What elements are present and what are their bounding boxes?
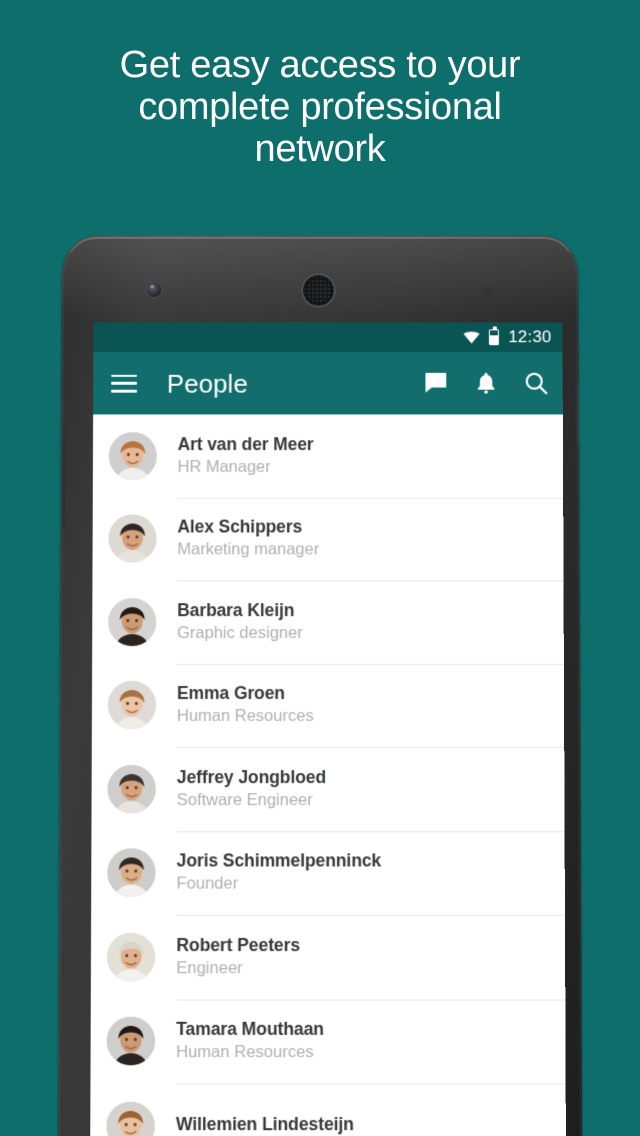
headline: Get easy access to your complete profess… bbox=[60, 44, 580, 170]
person-text: Jeffrey Jongbloed Software Engineer bbox=[177, 767, 326, 811]
list-item[interactable]: Art van der Meer HR Manager bbox=[93, 414, 563, 497]
list-item[interactable]: Emma Groen Human Resources bbox=[92, 664, 564, 748]
person-role: Software Engineer bbox=[176, 790, 313, 809]
headline-line-2: complete professional bbox=[138, 86, 502, 128]
phone-screen: 12:30 People Art van der Meer HR Manager… bbox=[90, 322, 566, 1136]
person-text: Robert Peeters Engineer bbox=[176, 935, 300, 979]
list-item[interactable]: Barbara Kleijn Graphic designer bbox=[92, 580, 564, 663]
list-item[interactable]: Willemien Lindesteijn bbox=[90, 1084, 566, 1136]
proximity-sensor-icon bbox=[482, 287, 492, 296]
battery-icon bbox=[489, 329, 500, 346]
list-item[interactable]: Alex Schippers Marketing manager bbox=[92, 497, 563, 580]
clock: 12:30 bbox=[508, 327, 552, 347]
chat-bubble-icon[interactable] bbox=[423, 371, 448, 396]
person-role: Human Resources bbox=[176, 1043, 314, 1062]
search-icon[interactable] bbox=[524, 371, 549, 396]
person-role: Marketing manager bbox=[177, 540, 320, 559]
list-item[interactable]: Robert Peeters Engineer bbox=[91, 915, 566, 999]
headline-line-3: network bbox=[254, 128, 386, 170]
person-name: Robert Peeters bbox=[176, 934, 301, 955]
person-name: Jeffrey Jongbloed bbox=[176, 766, 327, 787]
person-text: Alex Schippers Marketing manager bbox=[177, 517, 319, 561]
app-bar-actions bbox=[423, 371, 548, 396]
person-role: Engineer bbox=[176, 958, 243, 978]
volume-rocker-button[interactable] bbox=[57, 425, 66, 529]
person-text: Emma Groen Human Resources bbox=[177, 683, 314, 727]
power-button[interactable] bbox=[574, 383, 583, 446]
person-role: Founder bbox=[176, 874, 239, 893]
person-role: Graphic designer bbox=[177, 623, 303, 642]
earpiece-speaker-icon bbox=[303, 275, 334, 306]
avatar bbox=[107, 848, 156, 897]
person-name: Tamara Mouthaan bbox=[176, 1019, 324, 1040]
page-title: People bbox=[166, 368, 248, 399]
front-camera-icon bbox=[147, 283, 162, 297]
avatar bbox=[106, 1101, 155, 1136]
person-name: Joris Schimmelpenninck bbox=[176, 850, 382, 871]
list-item[interactable]: Jeffrey Jongbloed Software Engineer bbox=[91, 747, 564, 831]
person-text: Art van der Meer HR Manager bbox=[178, 434, 314, 478]
person-text: Joris Schimmelpenninck Founder bbox=[176, 851, 381, 895]
wifi-icon bbox=[463, 331, 481, 344]
person-text: Barbara Kleijn Graphic designer bbox=[177, 600, 303, 644]
person-role: Human Resources bbox=[176, 707, 314, 726]
list-item[interactable]: Joris Schimmelpenninck Founder bbox=[91, 831, 565, 915]
avatar bbox=[108, 432, 157, 480]
person-name: Emma Groen bbox=[176, 683, 285, 704]
person-text: Tamara Mouthaan Human Resources bbox=[176, 1019, 324, 1064]
list-item[interactable]: Tamara Mouthaan Human Resources bbox=[90, 999, 565, 1083]
avatar bbox=[107, 764, 156, 813]
avatar bbox=[106, 1016, 156, 1066]
avatar bbox=[106, 932, 156, 982]
person-name: Art van der Meer bbox=[177, 433, 314, 454]
hamburger-menu-icon[interactable] bbox=[111, 374, 138, 393]
avatar bbox=[108, 597, 157, 646]
headline-line-1: Get easy access to your bbox=[119, 44, 521, 86]
status-bar: 12:30 bbox=[93, 322, 563, 353]
person-name: Alex Schippers bbox=[177, 516, 303, 537]
people-list[interactable]: Art van der Meer HR Manager Alex Schippers… bbox=[90, 414, 566, 1136]
avatar bbox=[107, 681, 157, 730]
avatar bbox=[108, 514, 157, 563]
person-name: Willemien Lindesteijn bbox=[175, 1114, 354, 1135]
person-text: Willemien Lindesteijn bbox=[176, 1114, 354, 1136]
promo-screenshot: Get easy access to your complete profess… bbox=[0, 0, 640, 1136]
person-name: Barbara Kleijn bbox=[177, 599, 295, 620]
phone-mockup: 12:30 People Art van der Meer HR Manager… bbox=[52, 232, 588, 1136]
phone-body: 12:30 People Art van der Meer HR Manager… bbox=[57, 235, 583, 1136]
person-role: HR Manager bbox=[177, 457, 271, 476]
bell-icon[interactable] bbox=[474, 371, 498, 396]
app-bar: People bbox=[93, 352, 563, 415]
